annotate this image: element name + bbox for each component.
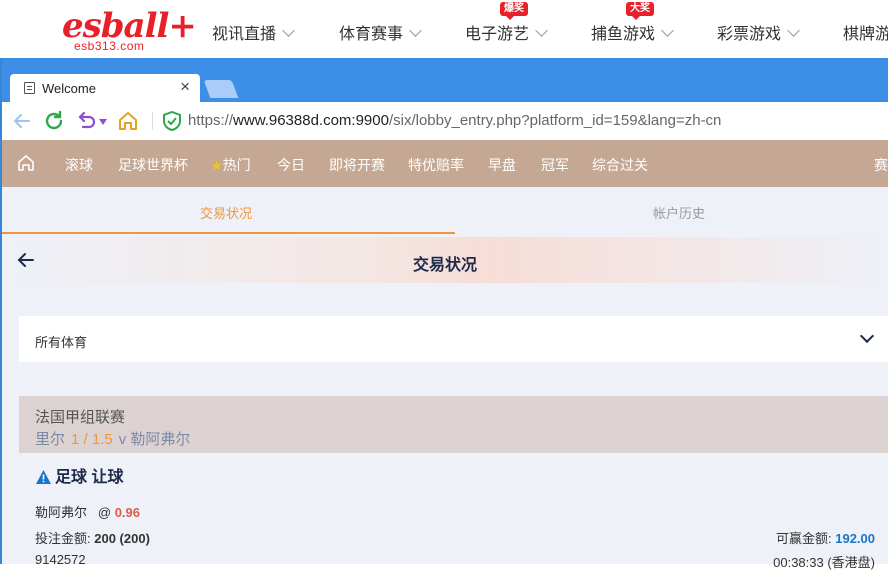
ref-number: 9142572 [35, 552, 86, 567]
stake-value: 200 (200) [94, 531, 150, 546]
sport-nav-outright[interactable]: 冠军 [541, 155, 569, 175]
handicap: 1 / 1.5 [71, 431, 113, 448]
site-nav-slots[interactable]: 爆奖电子游艺 [465, 2, 548, 44]
home-icon[interactable] [116, 109, 140, 133]
site-nav-label: 棋牌游 [843, 26, 888, 43]
star-icon: ★ [211, 158, 223, 173]
at-sign: @ [97, 505, 112, 520]
sport-nav-upcoming[interactable]: 即将开赛 [329, 155, 385, 175]
bet-time: 00:38:33 (香港盘) [773, 555, 875, 570]
bet-details: 足球 让球 勒阿弗尔 @ 0.96 投注金额: 200 (200) 可赢金额: … [19, 453, 888, 570]
stake-label: 投注金额: [35, 531, 91, 546]
warning-icon [36, 470, 51, 484]
browser-tab-welcome[interactable]: Welcome × [10, 74, 200, 102]
toolbar-divider [152, 112, 153, 130]
win-row: 可赢金额: 192.00 [776, 528, 875, 547]
site-nav-lottery[interactable]: 彩票游戏 [717, 20, 800, 44]
win-label: 可赢金额: [775, 531, 832, 546]
sport-nav-today[interactable]: 今日 [277, 155, 305, 175]
browser-toolbar: https://www.96388d.com:9900/six/lobby_en… [2, 102, 888, 141]
new-tab-button[interactable] [203, 80, 239, 98]
page-icon [24, 82, 35, 94]
page-content: 滚球 足球世界杯 ★热门 今日 即将开赛 特优赔率 早盘 冠军 综合过关 赛 交… [2, 140, 888, 570]
site-nav-live-video[interactable]: 视讯直播 [212, 20, 295, 44]
esball-logo[interactable]: esball+ esb313.com [60, 6, 197, 56]
status-tabs: 交易状况 帐户历史 [2, 187, 888, 234]
chevron-down-icon [535, 24, 548, 37]
home-team: 里尔 [35, 431, 66, 448]
sport-nav-parlay[interactable]: 综合过关 [592, 155, 648, 175]
sport-nav-more[interactable]: 赛 [874, 155, 888, 175]
sport-nav-hot[interactable]: ★热门 [211, 155, 251, 175]
sport-nav-worldcup[interactable]: 足球世界杯 [118, 155, 188, 175]
title-bar: 交易状况 [2, 237, 888, 283]
home-icon[interactable] [16, 153, 36, 173]
site-nav-label: 捕鱼游戏 [591, 26, 656, 43]
sport-nav-label: 热门 [222, 157, 251, 173]
filter-selected-value: 所有体育 [35, 335, 88, 350]
sport-nav-inplay[interactable]: 滚球 [65, 155, 93, 175]
chevron-down-icon [859, 328, 875, 344]
sport-nav-special-odds[interactable]: 特优赔率 [408, 155, 464, 175]
vs-label: v [118, 431, 127, 448]
match-line: 里尔 1 / 1.5 v 勒阿弗尔 [35, 428, 190, 449]
jackpot-badge: 大奖 [626, 2, 655, 20]
back-arrow-icon[interactable] [10, 109, 34, 133]
chevron-down-icon [661, 24, 674, 37]
away-team: 勒阿弗尔 [130, 431, 191, 448]
caret-down-icon[interactable] [99, 119, 107, 125]
site-nav-fishing[interactable]: 大奖捕鱼游戏 [591, 2, 674, 44]
close-icon[interactable]: × [180, 78, 190, 96]
site-nav-label: 电子游艺 [465, 26, 530, 43]
tab-strip: Welcome × [2, 58, 888, 102]
odds-value: 0.96 [114, 505, 140, 520]
active-tab-indicator [2, 232, 455, 234]
hot-badge: 爆奖 [500, 2, 529, 20]
site-nav-label: 视讯直播 [212, 26, 277, 43]
refresh-icon[interactable] [42, 109, 66, 133]
site-header: esball+ esb313.com 视讯直播 体育赛事 爆奖电子游艺 大奖捕鱼… [0, 0, 888, 62]
tab-trade-status[interactable]: 交易状况 [200, 203, 252, 222]
shield-icon[interactable] [160, 109, 184, 133]
url-path: /six/lobby_entry.php?platform_id=159&lan… [388, 112, 722, 129]
tab-account-history[interactable]: 帐户历史 [653, 203, 705, 222]
logo-domain: esb313.com [74, 39, 145, 53]
bet-type-label: 足球 让球 [55, 469, 124, 486]
chevron-down-icon [409, 24, 422, 37]
selection-team: 勒阿弗尔 [35, 505, 88, 520]
bet-type: 足球 让球 [35, 463, 123, 487]
url-scheme: https:// [188, 112, 234, 129]
win-value: 192.00 [835, 531, 875, 546]
league-name: 法国甲组联赛 [35, 409, 126, 426]
url-host: www.96388d.com:9900 [233, 112, 389, 129]
address-bar[interactable]: https://www.96388d.com:9900/six/lobby_en… [188, 112, 721, 129]
tab-title: Welcome [42, 81, 96, 96]
undo-icon[interactable] [74, 109, 98, 133]
page-title: 交易状况 [412, 257, 477, 274]
bet-match-header: 法国甲组联赛 里尔 1 / 1.5 v 勒阿弗尔 [19, 396, 888, 453]
site-nav-sports[interactable]: 体育赛事 [339, 20, 422, 44]
sport-filter-select[interactable]: 所有体育 [19, 316, 888, 362]
browser-window: Welcome × https://www.96388d.com:9900/si… [0, 58, 888, 570]
chevron-down-icon [282, 24, 295, 37]
site-nav-label: 体育赛事 [339, 26, 404, 43]
chevron-down-icon [787, 24, 800, 37]
site-nav-label: 彩票游戏 [717, 26, 782, 43]
stake-row: 投注金额: 200 (200) [35, 528, 150, 547]
sport-nav: 滚球 足球世界杯 ★热门 今日 即将开赛 特优赔率 早盘 冠军 综合过关 赛 [2, 140, 888, 187]
bet-selection: 勒阿弗尔 @ 0.96 [35, 502, 140, 521]
site-nav-cards[interactable]: 棋牌游 [843, 20, 888, 44]
sport-nav-early[interactable]: 早盘 [488, 155, 516, 175]
